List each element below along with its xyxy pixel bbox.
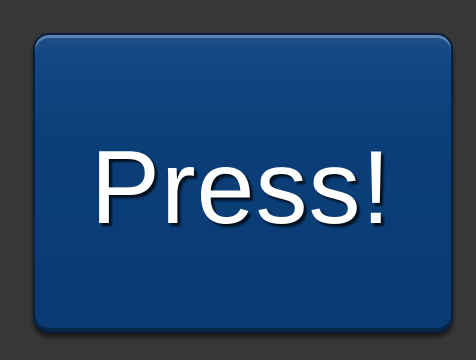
press-button[interactable]: Press! — [33, 33, 453, 333]
app-canvas: Press! — [0, 0, 476, 360]
press-button-label: Press! — [90, 130, 392, 246]
